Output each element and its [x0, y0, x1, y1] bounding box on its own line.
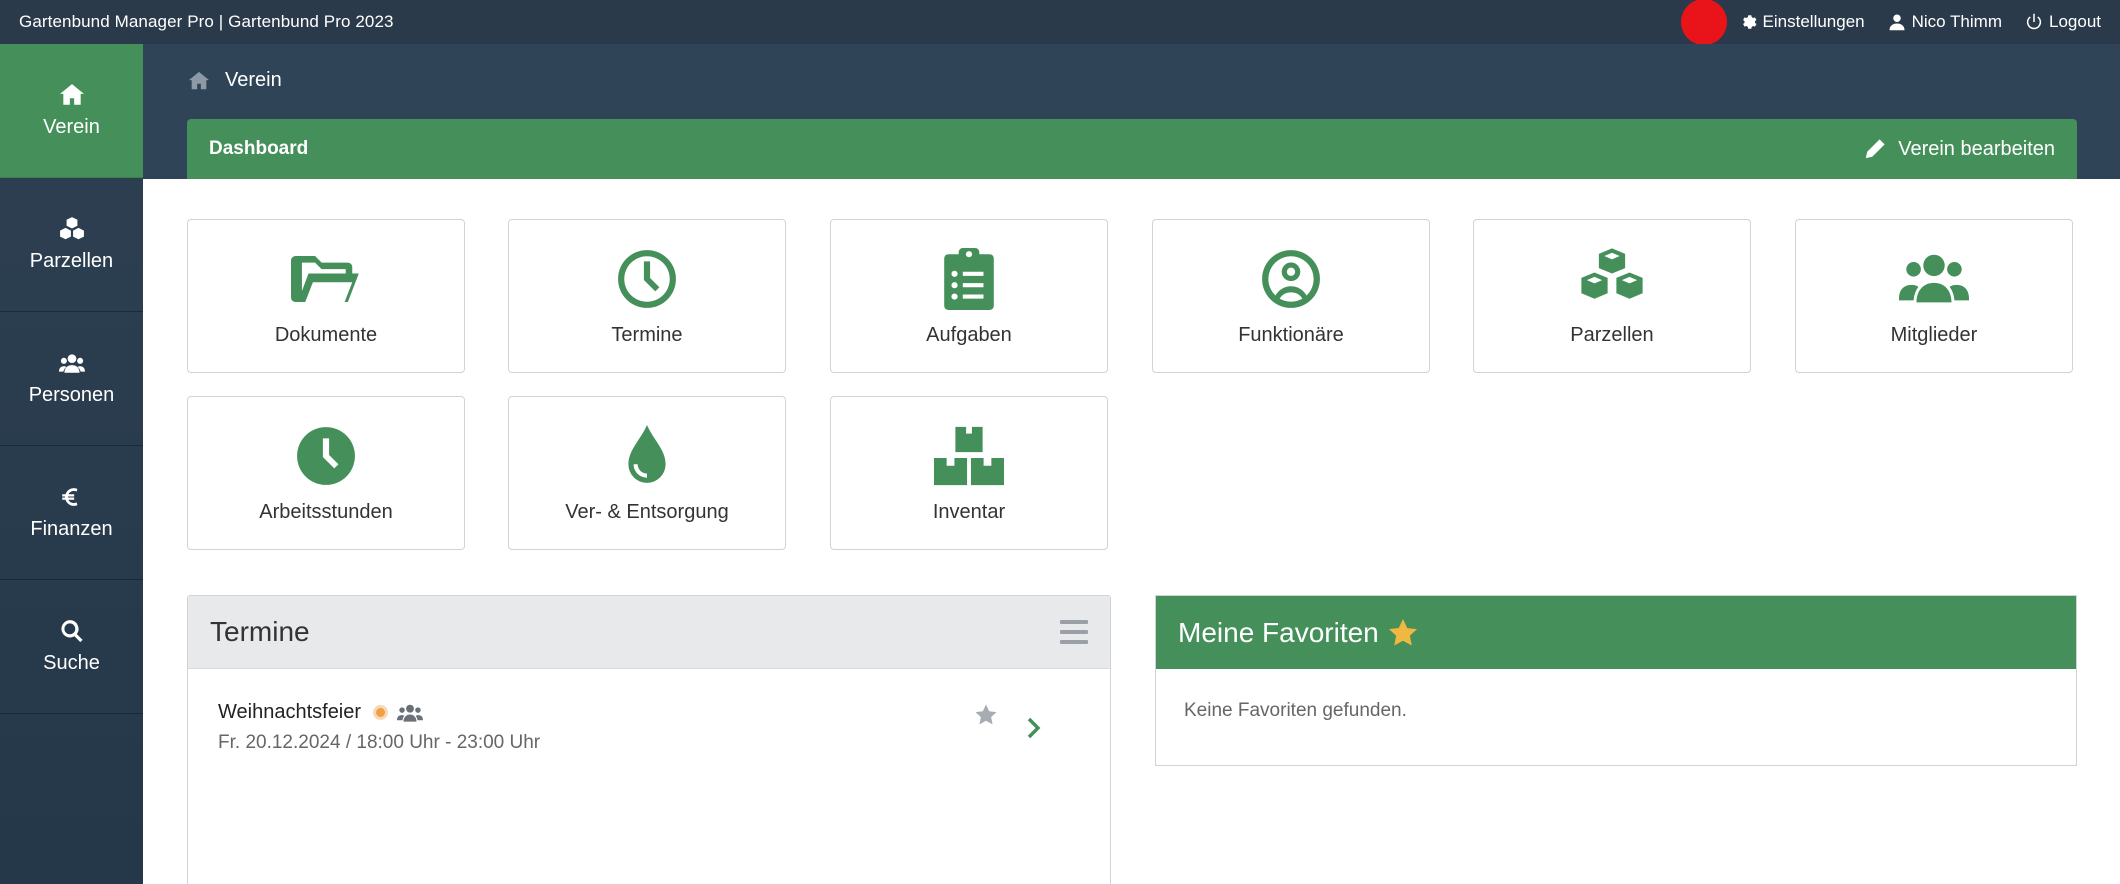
- sidebar-item-parzellen[interactable]: Parzellen: [0, 178, 143, 312]
- tile-inventar[interactable]: Inventar: [830, 396, 1108, 550]
- user-link[interactable]: Nico Thimm: [1888, 12, 2002, 32]
- tile-label: Inventar: [932, 501, 1006, 523]
- sidebar-item-label: Finanzen: [30, 518, 113, 540]
- tile-label: Dokumente: [274, 324, 378, 346]
- tile-aufgaben[interactable]: Aufgaben: [830, 219, 1108, 373]
- tile-mitglieder[interactable]: Mitglieder: [1795, 219, 2073, 373]
- logout-label: Logout: [2049, 12, 2101, 31]
- favorites-panel-header: Meine Favoriten: [1156, 596, 2076, 669]
- tile-label: Ver- & Entsorgung: [565, 501, 729, 523]
- app-title: Gartenbund Manager Pro | Gartenbund Pro …: [19, 12, 394, 31]
- users-icon: [1899, 254, 1969, 303]
- cubes-icon: [59, 217, 84, 240]
- boxes-icon: [934, 426, 1004, 486]
- favorites-panel: Meine Favoriten Keine Favoriten gefunden…: [1155, 595, 2077, 766]
- power-icon: [2026, 13, 2042, 30]
- tile-label: Aufgaben: [926, 324, 1012, 346]
- termine-panel-title: Termine: [210, 616, 310, 647]
- tile-label: Termine: [611, 324, 683, 346]
- tile-dokumente[interactable]: Dokumente: [187, 219, 465, 373]
- home-icon[interactable]: [187, 70, 211, 92]
- menu-icon[interactable]: [1060, 620, 1088, 644]
- tile-label: Parzellen: [1570, 324, 1654, 346]
- sidebar-item-label: Parzellen: [29, 250, 114, 272]
- termine-panel-header: Termine: [188, 596, 1110, 669]
- user-icon: [1889, 14, 1905, 31]
- home-icon: [59, 84, 84, 105]
- users-icon: [58, 354, 85, 373]
- water-drop-icon: [628, 425, 666, 483]
- list-item[interactable]: Weihnachtsfeier Fr. 20.12.2024 / 18:00 U…: [218, 701, 1078, 761]
- tile-label: Arbeitsstunden: [259, 501, 393, 523]
- search-icon: [60, 620, 83, 643]
- event-name: Weihnachtsfeier: [218, 701, 362, 723]
- user-circle-icon: [1262, 250, 1320, 308]
- breadcrumb: Verein: [187, 69, 282, 92]
- tile-termine[interactable]: Termine: [508, 219, 786, 373]
- event-date: Fr. 20.12.2024 / 18:00 Uhr - 23:00 Uhr: [218, 732, 541, 753]
- pencil-icon: [1866, 139, 1885, 159]
- folder-open-icon: [291, 256, 359, 302]
- sidebar-item-label: Personen: [28, 384, 115, 406]
- termine-panel: Termine Weihnachtsfeier Fr. 20.12.2024 /…: [187, 595, 1111, 884]
- favorites-panel-title: Meine Favoriten: [1178, 616, 1379, 648]
- chevron-right-icon[interactable]: [1026, 717, 1042, 739]
- favorites-empty-text: Keine Favoriten gefunden.: [1184, 700, 1407, 721]
- status-dot-icon: [373, 705, 389, 720]
- tile-arbeitsstunden[interactable]: Arbeitsstunden: [187, 396, 465, 550]
- top-bar: Gartenbund Manager Pro | Gartenbund Pro …: [0, 0, 2120, 45]
- page-title: Dashboard: [209, 138, 309, 159]
- page-header: Verein Dashboard Verein bearbeiten: [143, 44, 2120, 179]
- gear-icon: [1742, 15, 1757, 29]
- tile-label: Mitglieder: [1890, 324, 1978, 346]
- star-icon[interactable]: [974, 703, 998, 727]
- tile-label: Funktionäre: [1238, 324, 1344, 346]
- clipboard-list-icon: [944, 248, 994, 310]
- tile-parzellen[interactable]: Parzellen: [1473, 219, 1751, 373]
- breadcrumb-current: Verein: [225, 69, 282, 91]
- sidebar-item-suche[interactable]: Suche: [0, 580, 143, 714]
- dashboard-bar: Dashboard Verein bearbeiten: [187, 119, 2077, 179]
- users-icon: [397, 704, 424, 722]
- edit-verein-label: Verein bearbeiten: [1898, 137, 2055, 160]
- user-name: Nico Thimm: [1911, 12, 2002, 31]
- recording-indicator: [1680, 0, 1727, 45]
- clock-icon: [618, 250, 676, 308]
- settings-link[interactable]: Einstellungen: [1739, 12, 1865, 32]
- sidebar-item-verein[interactable]: Verein: [0, 44, 143, 178]
- sidebar-item-personen[interactable]: Personen: [0, 312, 143, 446]
- top-bar-actions: Einstellungen Nico Thimm Logout: [1680, 0, 2120, 45]
- settings-label: Einstellungen: [1762, 12, 1865, 31]
- sidebar-item-label: Verein: [43, 116, 100, 138]
- cubes-icon: [1581, 248, 1643, 299]
- star-icon: [1388, 618, 1417, 646]
- clock-solid-icon: [297, 427, 355, 485]
- sidebar: Verein Parzellen Personen Finanzen Suche: [0, 44, 143, 884]
- event-title-row: Weihnachtsfeier: [218, 701, 1078, 724]
- sidebar-item-finanzen[interactable]: Finanzen: [0, 446, 143, 580]
- sidebar-item-label: Suche: [43, 652, 100, 674]
- logout-link[interactable]: Logout: [2025, 12, 2101, 32]
- tile-funktionaere[interactable]: Funktionäre: [1152, 219, 1430, 373]
- tile-ver-entsorgung[interactable]: Ver- & Entsorgung: [508, 396, 786, 550]
- edit-verein-button[interactable]: Verein bearbeiten: [1864, 138, 2055, 161]
- euro-icon: [61, 488, 77, 506]
